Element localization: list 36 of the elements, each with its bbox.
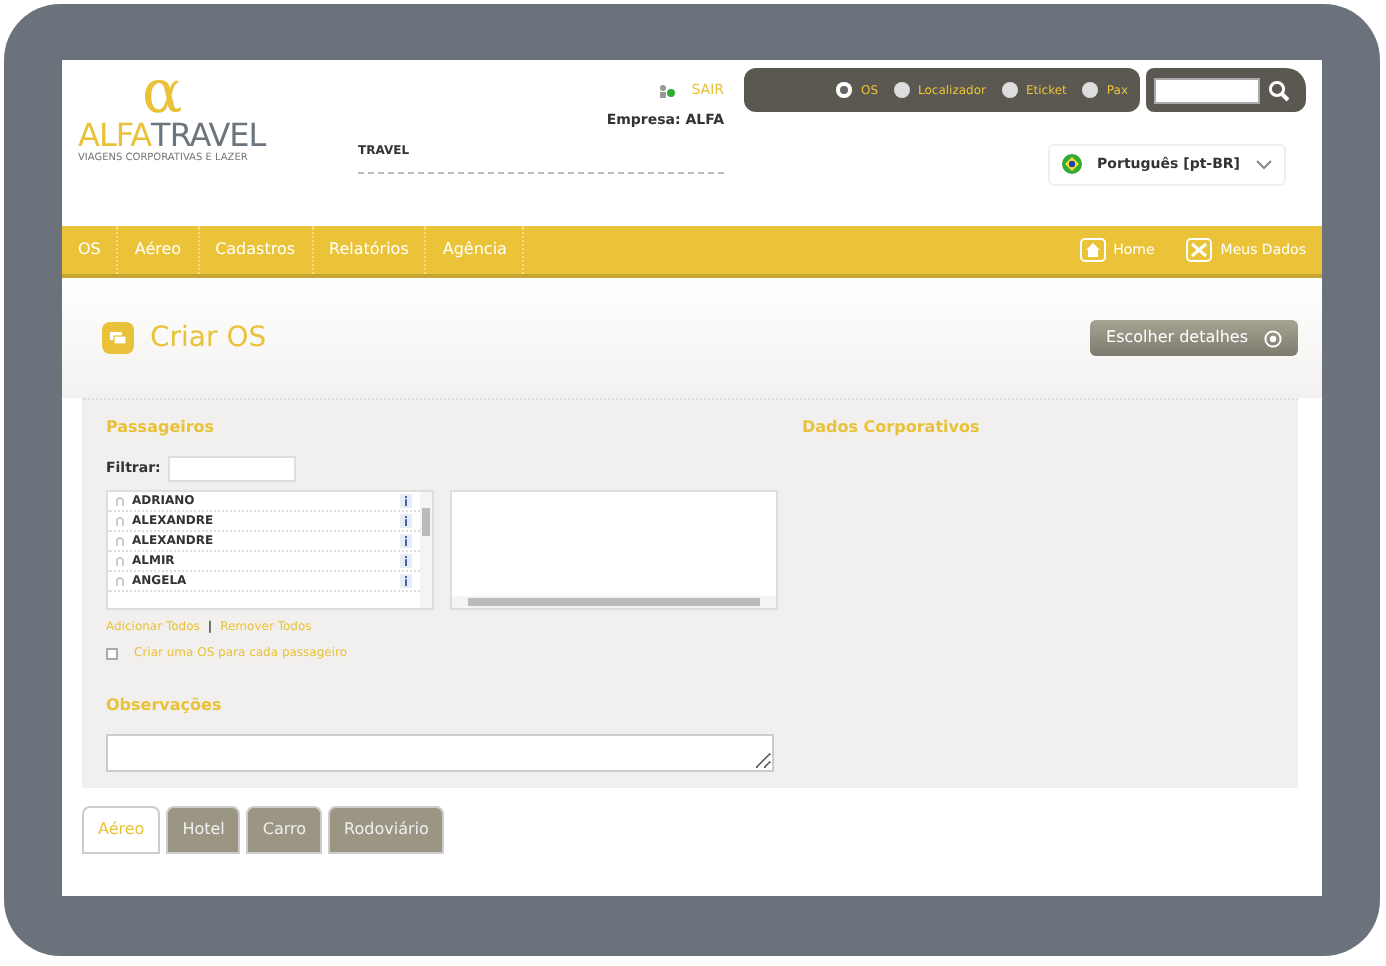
search-icon[interactable] bbox=[1268, 79, 1290, 101]
logo-text: TRAVEL bbox=[151, 120, 266, 152]
tab[interactable]: Rodoviário bbox=[328, 806, 445, 854]
info-icon[interactable] bbox=[400, 534, 412, 548]
chevron-icon bbox=[1256, 159, 1272, 170]
details-button[interactable]: Escolher detalhes bbox=[1090, 320, 1298, 356]
nav-item[interactable]: Cadastros bbox=[199, 226, 314, 274]
nav-item[interactable]: OS bbox=[62, 226, 119, 274]
section-title: Observações bbox=[106, 694, 224, 718]
tab[interactable]: Hotel bbox=[166, 806, 241, 854]
flag-icon bbox=[1061, 154, 1082, 175]
logo-text: ALFA bbox=[78, 120, 152, 152]
checkbox[interactable] bbox=[106, 647, 118, 659]
notes-field[interactable] bbox=[106, 734, 774, 772]
info-icon[interactable] bbox=[400, 554, 412, 568]
circle-icon bbox=[1264, 329, 1282, 347]
section-title: Dados Corporativos bbox=[802, 416, 980, 440]
nav-item[interactable]: Relatórios bbox=[313, 226, 427, 274]
info-icon[interactable] bbox=[400, 514, 412, 528]
filter-field[interactable] bbox=[168, 456, 297, 482]
info-icon[interactable] bbox=[400, 494, 412, 508]
chat-icon bbox=[102, 322, 134, 354]
tab[interactable]: Carro bbox=[246, 806, 323, 854]
logo-symbol: α bbox=[142, 68, 183, 120]
scrollbar[interactable] bbox=[420, 492, 432, 608]
scrollbar[interactable] bbox=[452, 596, 776, 608]
search-field[interactable] bbox=[1154, 77, 1260, 103]
user-icon bbox=[657, 83, 676, 98]
tab[interactable]: Aéreo bbox=[82, 806, 161, 854]
info-icon[interactable] bbox=[400, 574, 412, 588]
page-title: Criar OS bbox=[150, 319, 267, 357]
section-title: Passageiros bbox=[106, 416, 217, 440]
nav-item[interactable]: Aéreo bbox=[118, 226, 200, 274]
home-icon bbox=[1079, 238, 1106, 262]
tools-icon bbox=[1186, 238, 1213, 262]
nav-item[interactable]: Agência bbox=[426, 226, 525, 274]
